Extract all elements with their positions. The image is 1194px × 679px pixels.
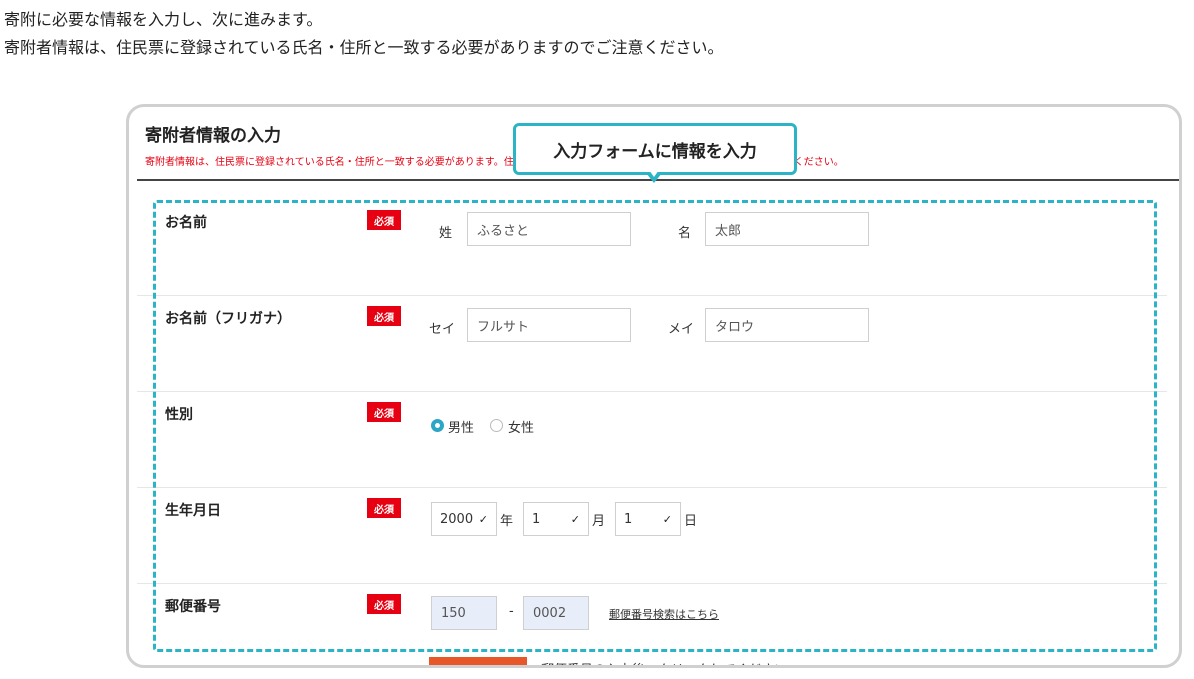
postal-lookup-link[interactable]: 郵便番号検索はこちら [609, 606, 719, 622]
form-screenshot-frame: 寄附者情報の入力 寄附者情報は、住民票に登録されている氏名・住所と一致する必要が… [126, 104, 1182, 668]
day-select[interactable]: 1 ✓ [615, 502, 681, 536]
autofill-hint-text: 郵便番号の入力後、クリックしてください [541, 659, 787, 665]
day-value: 1 [624, 511, 633, 527]
callout-tail [646, 170, 662, 183]
required-badge: 必須 [367, 402, 401, 422]
row-kana: お名前（フリガナ） 必須 セイ フルサト メイ タロウ [137, 296, 1167, 392]
required-badge: 必須 [367, 306, 401, 326]
row-birthdate: 生年月日 必須 2000 ✓ 年 1 ✓ 月 1 ✓ 日 [137, 488, 1167, 584]
row-name: お名前 必須 姓 ふるさと 名 太郎 [137, 200, 1167, 296]
first-name-input[interactable]: 太郎 [705, 212, 869, 246]
month-value: 1 [532, 511, 541, 527]
postal-code-part1-input[interactable]: 150 [431, 596, 497, 630]
postal-separator: - [509, 604, 514, 619]
chevron-down-icon: ✓ [478, 512, 488, 526]
intro-text: 寄附に必要な情報を入力し、次に進みます。 寄附者情報は、住民票に登録されている氏… [4, 6, 724, 62]
row-gender: 性別 必須 男性 女性 [137, 392, 1167, 488]
first-kana-label: メイ [668, 322, 695, 337]
intro-line-1: 寄附に必要な情報を入力し、次に進みます。 [4, 10, 323, 29]
radio-female[interactable] [490, 419, 503, 432]
required-badge: 必須 [367, 210, 401, 230]
year-unit: 年 [500, 514, 514, 529]
first-kana-input[interactable]: タロウ [705, 308, 869, 342]
intro-line-2: 寄附者情報は、住民票に登録されている氏名・住所と一致する必要がありますのでご注意… [4, 38, 724, 57]
radio-male-label: 男性 [448, 421, 475, 436]
chevron-down-icon: ✓ [662, 512, 672, 526]
radio-female-label: 女性 [508, 421, 535, 436]
year-value: 2000 [440, 511, 474, 527]
name-label: お名前 [165, 215, 207, 231]
required-badge: 必須 [367, 498, 401, 518]
radio-male[interactable] [431, 419, 444, 432]
callout-bubble: 入力フォームに情報を入力 [513, 123, 797, 175]
month-unit: 月 [592, 514, 606, 529]
postal-code-part2-input[interactable]: 0002 [523, 596, 589, 630]
postal-label: 郵便番号 [165, 599, 221, 615]
last-name-input[interactable]: ふるさと [467, 212, 631, 246]
autofill-address-button[interactable]: 住所を自動入力 [429, 657, 527, 665]
row-postal: 郵便番号 必須 150 - 0002 郵便番号検索はこちら [137, 584, 1167, 665]
required-badge: 必須 [367, 594, 401, 614]
gender-label: 性別 [165, 407, 193, 423]
last-kana-input[interactable]: フルサト [467, 308, 631, 342]
day-unit: 日 [684, 514, 698, 529]
month-select[interactable]: 1 ✓ [523, 502, 589, 536]
first-name-label: 名 [678, 226, 692, 241]
year-select[interactable]: 2000 ✓ [431, 502, 497, 536]
last-kana-label: セイ [429, 322, 456, 337]
birthdate-label: 生年月日 [165, 503, 221, 519]
chevron-down-icon: ✓ [570, 512, 580, 526]
form-title: 寄附者情報の入力 [145, 126, 281, 146]
last-name-label: 姓 [439, 226, 453, 241]
kana-label: お名前（フリガナ） [165, 311, 291, 327]
